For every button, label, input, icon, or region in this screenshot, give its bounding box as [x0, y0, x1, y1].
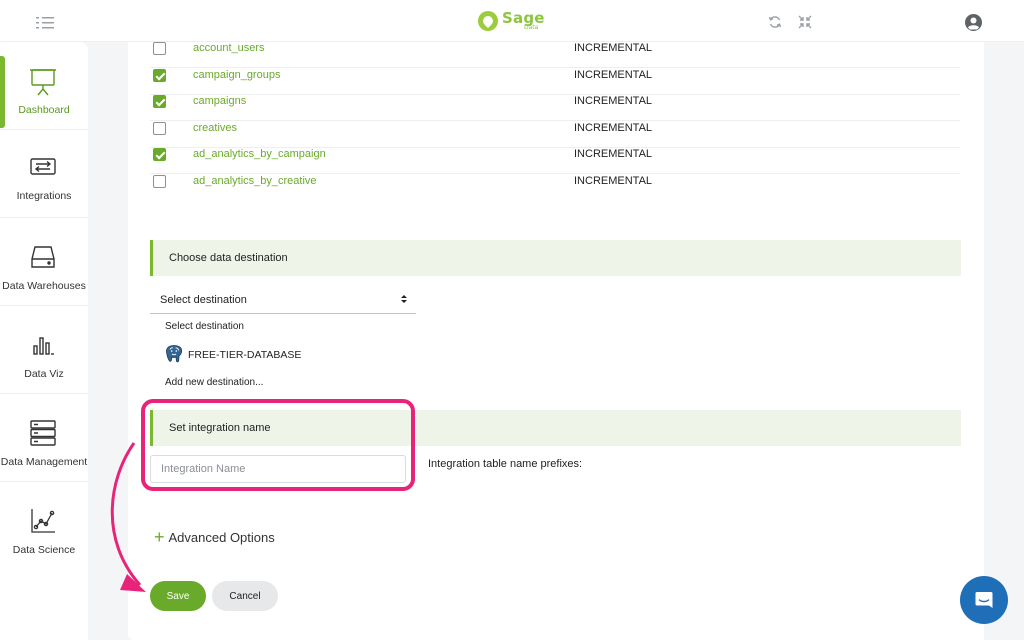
sidebar-item-label: Data Viz	[24, 368, 64, 380]
stream-name[interactable]: campaigns	[193, 95, 246, 107]
swap-arrows-icon	[30, 158, 56, 175]
logo-sub: Data	[524, 24, 539, 31]
stream-sync-mode: INCREMENTAL	[574, 148, 653, 160]
logo-mark-icon	[478, 11, 498, 31]
cancel-button[interactable]: Cancel	[212, 581, 278, 611]
stream-name[interactable]: ad_analytics_by_creative	[193, 175, 317, 187]
sidebar-item-data-management[interactable]: Data Management	[0, 394, 88, 482]
stream-checkbox[interactable]	[153, 122, 166, 135]
stream-checkbox[interactable]	[153, 69, 166, 82]
refresh-icon[interactable]	[768, 15, 782, 29]
stream-sync-mode: INCREMENTAL	[574, 95, 653, 107]
sidebar-item-data-warehouses[interactable]: Data Warehouses	[0, 218, 88, 306]
integration-setup-card: account_users INCREMENTAL campaign_group…	[128, 42, 984, 640]
stream-name[interactable]: ad_analytics_by_campaign	[193, 148, 326, 160]
plus-icon: +	[154, 527, 165, 547]
sage-data-logo[interactable]: Sage Data	[478, 8, 545, 34]
stream-checkbox[interactable]	[153, 42, 166, 55]
integration-name-input[interactable]	[150, 455, 406, 483]
top-header: Sage Data	[0, 0, 1024, 42]
destination-option[interactable]: Add new destination...	[165, 377, 263, 388]
server-stack-icon	[30, 420, 56, 446]
stream-sync-mode: INCREMENTAL	[574, 122, 653, 134]
chat-bubble-icon	[975, 592, 993, 608]
sidebar: Dashboard Integrations Data Warehouses D…	[0, 42, 88, 640]
stream-name[interactable]: campaign_groups	[193, 69, 280, 81]
sidebar-item-data-viz[interactable]: Data Viz	[0, 306, 88, 394]
sidebar-item-label: Integrations	[16, 190, 72, 202]
hard-drive-icon	[31, 246, 55, 268]
chat-support-button[interactable]	[960, 576, 1008, 624]
stream-checkbox[interactable]	[153, 175, 166, 188]
stream-checkbox[interactable]	[153, 148, 166, 161]
destination-section-header: Choose data destination	[150, 240, 961, 276]
postgresql-elephant-icon	[166, 345, 183, 363]
section-title: Choose data destination	[169, 252, 288, 264]
table-row: creatives INCREMENTAL	[150, 122, 960, 148]
section-title: Set integration name	[169, 422, 271, 434]
sidebar-item-integrations[interactable]: Integrations	[0, 130, 88, 218]
stream-name[interactable]: account_users	[193, 42, 265, 54]
stream-sync-mode: INCREMENTAL	[574, 69, 653, 81]
sidebar-item-label: Data Management	[0, 456, 88, 468]
user-avatar-icon[interactable]	[965, 14, 982, 31]
table-row: campaign_groups INCREMENTAL	[150, 69, 960, 95]
stream-sync-mode: INCREMENTAL	[574, 42, 653, 54]
stream-checkbox[interactable]	[153, 95, 166, 108]
table-prefix-label: Integration table name prefixes:	[428, 458, 583, 470]
sidebar-item-dashboard[interactable]: Dashboard	[0, 42, 88, 130]
select-caret-icon	[401, 295, 407, 303]
menu-list-icon[interactable]	[36, 17, 54, 29]
scatter-line-icon	[31, 509, 55, 533]
table-row: account_users INCREMENTAL	[150, 42, 960, 68]
presentation-board-icon	[30, 69, 56, 96]
sidebar-item-data-science[interactable]: Data Science	[0, 482, 88, 570]
table-row: campaigns INCREMENTAL	[150, 95, 960, 121]
destination-select[interactable]: Select destination	[150, 286, 416, 314]
bar-chart-icon	[33, 337, 54, 355]
integration-name-section-header: Set integration name	[150, 410, 961, 446]
destination-option[interactable]: FREE-TIER-DATABASE	[188, 349, 301, 361]
sidebar-item-label: Dashboard	[18, 104, 70, 116]
destination-select-value: Select destination	[160, 294, 247, 306]
sidebar-item-label: Data Science	[12, 544, 76, 556]
stream-sync-mode: INCREMENTAL	[574, 175, 653, 187]
advanced-options-toggle[interactable]: + Advanced Options	[154, 528, 275, 546]
advanced-options-label: Advanced Options	[168, 529, 275, 545]
table-row: ad_analytics_by_creative INCREMENTAL	[150, 175, 960, 201]
sidebar-item-label: Data Warehouses	[2, 280, 86, 292]
save-button[interactable]: Save	[150, 581, 206, 611]
table-row: ad_analytics_by_campaign INCREMENTAL	[150, 148, 960, 174]
stream-name[interactable]: creatives	[193, 122, 237, 134]
destination-option[interactable]: Select destination	[165, 321, 244, 332]
collapse-fullscreen-icon[interactable]	[798, 15, 812, 29]
